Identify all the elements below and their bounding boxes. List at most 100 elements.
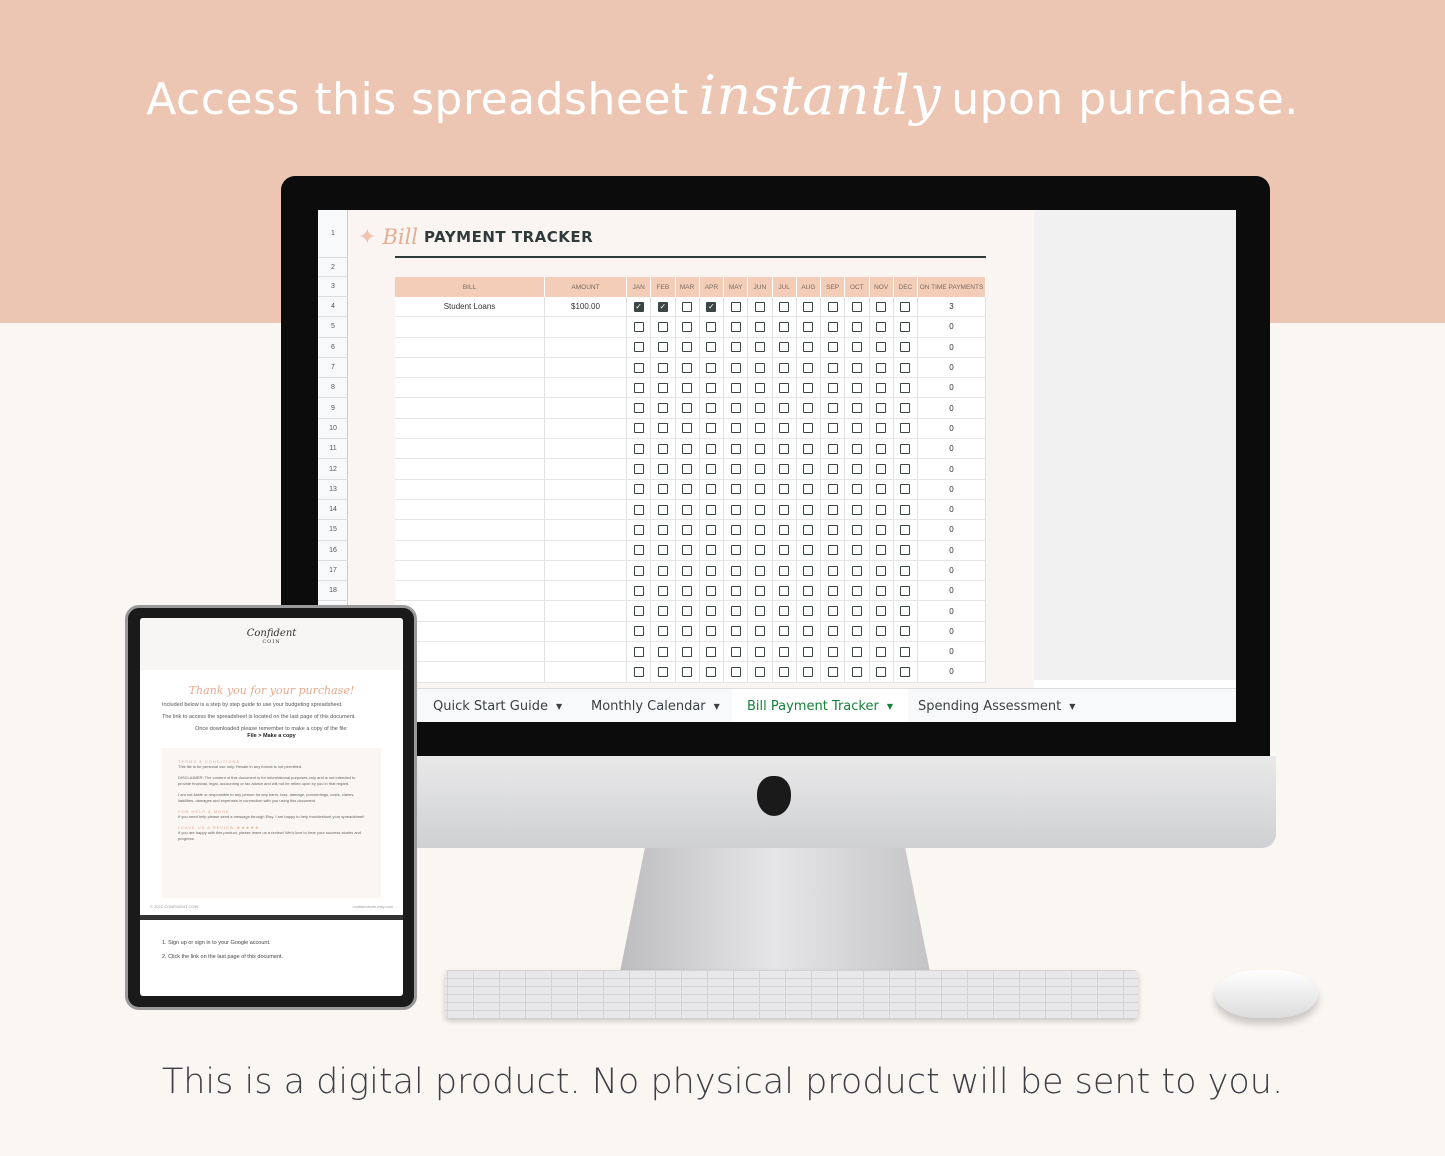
payment-checkbox[interactable] xyxy=(851,666,862,677)
payment-checkbox[interactable] xyxy=(754,443,765,454)
payment-checkbox[interactable] xyxy=(657,666,668,677)
payment-checkbox[interactable] xyxy=(657,545,668,556)
row-number[interactable]: 11 xyxy=(318,439,348,460)
row-number[interactable]: 17 xyxy=(318,561,348,582)
payment-checkbox[interactable] xyxy=(657,646,668,657)
payment-checkbox[interactable] xyxy=(633,321,644,332)
payment-checkbox[interactable] xyxy=(827,606,838,617)
payment-checkbox[interactable] xyxy=(633,423,644,434)
payment-checkbox[interactable] xyxy=(900,382,911,393)
row-number[interactable]: 13 xyxy=(318,480,348,500)
amount-cell[interactable] xyxy=(545,317,627,337)
payment-checkbox[interactable] xyxy=(900,545,911,556)
payment-checkbox[interactable] xyxy=(827,443,838,454)
payment-checkbox[interactable] xyxy=(851,423,862,434)
payment-checkbox[interactable] xyxy=(827,504,838,515)
payment-checkbox[interactable] xyxy=(682,321,693,332)
row-number[interactable]: 4 xyxy=(318,297,348,318)
payment-checkbox[interactable] xyxy=(682,443,693,454)
payment-checkbox[interactable] xyxy=(876,464,887,475)
payment-checkbox[interactable] xyxy=(682,606,693,617)
bill-cell[interactable] xyxy=(395,560,545,581)
payment-checkbox[interactable] xyxy=(827,321,838,332)
payment-checkbox[interactable] xyxy=(851,504,862,515)
payment-checkbox[interactable] xyxy=(706,666,717,677)
amount-cell[interactable] xyxy=(545,621,627,642)
payment-checkbox[interactable] xyxy=(779,321,790,332)
bill-cell[interactable] xyxy=(395,378,545,398)
payment-checkbox[interactable]: ✓ xyxy=(657,301,668,312)
dropdown-caret-icon[interactable]: ▼ xyxy=(556,702,562,711)
payment-checkbox[interactable] xyxy=(682,342,693,353)
payment-checkbox[interactable] xyxy=(706,423,717,434)
payment-checkbox[interactable] xyxy=(876,342,887,353)
bill-cell[interactable] xyxy=(395,540,545,560)
payment-checkbox[interactable] xyxy=(876,403,887,414)
amount-cell[interactable] xyxy=(545,499,627,520)
payment-checkbox[interactable] xyxy=(682,565,693,576)
amount-cell[interactable] xyxy=(545,418,627,439)
payment-checkbox[interactable] xyxy=(754,484,765,495)
payment-checkbox[interactable] xyxy=(730,403,741,414)
payment-checkbox[interactable] xyxy=(754,321,765,332)
payment-checkbox[interactable] xyxy=(851,443,862,454)
payment-checkbox[interactable] xyxy=(633,565,644,576)
payment-checkbox[interactable] xyxy=(706,585,717,596)
payment-checkbox[interactable] xyxy=(851,342,862,353)
payment-checkbox[interactable] xyxy=(876,362,887,373)
bill-cell[interactable] xyxy=(395,642,545,662)
payment-checkbox[interactable] xyxy=(900,504,911,515)
payment-checkbox[interactable] xyxy=(900,585,911,596)
bill-cell[interactable]: Student Loans xyxy=(395,297,545,317)
payment-checkbox[interactable] xyxy=(900,606,911,617)
payment-checkbox[interactable] xyxy=(803,464,814,475)
bill-cell[interactable] xyxy=(395,581,545,601)
payment-checkbox[interactable] xyxy=(803,342,814,353)
payment-checkbox[interactable] xyxy=(706,321,717,332)
payment-checkbox[interactable] xyxy=(851,565,862,576)
payment-checkbox[interactable] xyxy=(706,504,717,515)
payment-checkbox[interactable] xyxy=(657,484,668,495)
payment-checkbox[interactable] xyxy=(876,565,887,576)
payment-checkbox[interactable] xyxy=(682,362,693,373)
row-number[interactable]: 16 xyxy=(318,541,348,561)
payment-checkbox[interactable] xyxy=(876,301,887,312)
payment-checkbox[interactable] xyxy=(827,362,838,373)
payment-checkbox[interactable] xyxy=(827,585,838,596)
payment-checkbox[interactable] xyxy=(900,484,911,495)
payment-checkbox[interactable] xyxy=(657,321,668,332)
payment-checkbox[interactable] xyxy=(706,524,717,535)
payment-checkbox[interactable] xyxy=(706,626,717,637)
payment-checkbox[interactable] xyxy=(851,606,862,617)
payment-checkbox[interactable]: ✓ xyxy=(633,301,644,312)
payment-checkbox[interactable] xyxy=(633,403,644,414)
payment-checkbox[interactable] xyxy=(900,321,911,332)
payment-checkbox[interactable] xyxy=(682,626,693,637)
payment-checkbox[interactable] xyxy=(657,565,668,576)
payment-checkbox[interactable] xyxy=(827,403,838,414)
payment-checkbox[interactable] xyxy=(827,524,838,535)
payment-checkbox[interactable] xyxy=(803,301,814,312)
payment-checkbox[interactable] xyxy=(754,464,765,475)
payment-checkbox[interactable] xyxy=(803,382,814,393)
bill-cell[interactable] xyxy=(395,520,545,540)
payment-checkbox[interactable] xyxy=(730,423,741,434)
payment-checkbox[interactable] xyxy=(827,565,838,576)
payment-checkbox[interactable] xyxy=(779,606,790,617)
payment-checkbox[interactable] xyxy=(876,646,887,657)
payment-checkbox[interactable] xyxy=(754,545,765,556)
payment-checkbox[interactable] xyxy=(779,362,790,373)
payment-checkbox[interactable] xyxy=(876,382,887,393)
payment-checkbox[interactable] xyxy=(730,504,741,515)
row-number[interactable]: 12 xyxy=(318,459,348,480)
payment-checkbox[interactable] xyxy=(851,301,862,312)
payment-checkbox[interactable] xyxy=(682,423,693,434)
payment-checkbox[interactable] xyxy=(803,504,814,515)
payment-checkbox[interactable] xyxy=(803,362,814,373)
payment-checkbox[interactable] xyxy=(827,382,838,393)
payment-checkbox[interactable] xyxy=(779,504,790,515)
payment-checkbox[interactable] xyxy=(657,382,668,393)
payment-checkbox[interactable] xyxy=(900,443,911,454)
payment-checkbox[interactable] xyxy=(706,565,717,576)
payment-checkbox[interactable] xyxy=(779,342,790,353)
